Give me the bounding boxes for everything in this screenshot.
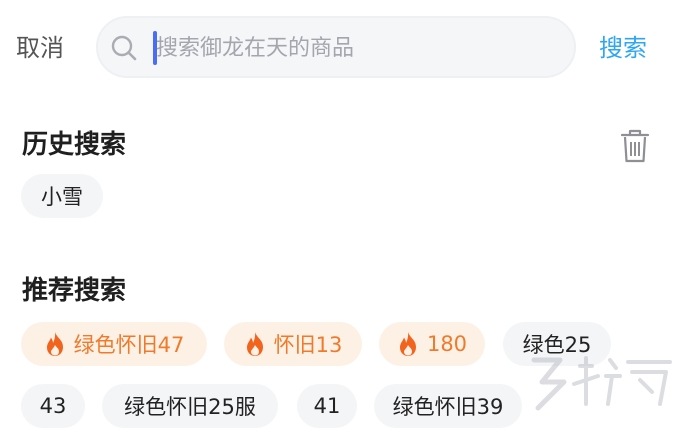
hot-chip-label: 180 [426, 332, 468, 356]
history-chip[interactable]: 小雪 [21, 174, 103, 218]
recommend-chip[interactable]: 43 [21, 384, 85, 428]
cancel-button[interactable]: 取消 [16, 28, 64, 63]
trash-icon[interactable] [618, 128, 652, 164]
recommend-chip[interactable]: 41 [297, 384, 357, 428]
search-box[interactable] [96, 16, 576, 78]
hot-chip[interactable]: 怀旧13 [224, 322, 362, 366]
search-button[interactable]: 搜索 [599, 28, 647, 63]
hot-chip-label: 怀旧13 [273, 333, 343, 357]
watermark-logo [531, 356, 672, 411]
hot-chip[interactable]: 180 [379, 322, 485, 366]
recommend-chip[interactable]: 绿色怀旧25服 [102, 384, 278, 428]
recommend-title: 推荐搜索 [22, 276, 127, 306]
fire-icon [246, 332, 263, 356]
fire-icon [46, 332, 63, 356]
search-bar: 取消 搜索 [0, 14, 699, 80]
search-input[interactable] [156, 28, 556, 68]
fire-icon [399, 332, 416, 356]
hot-chip[interactable]: 绿色怀旧47 [21, 322, 207, 366]
history-title: 历史搜索 [22, 130, 127, 160]
search-icon [111, 35, 137, 61]
hot-chip-label: 绿色怀旧47 [73, 333, 185, 357]
recommend-chip[interactable]: 绿色怀旧39 [374, 384, 522, 428]
